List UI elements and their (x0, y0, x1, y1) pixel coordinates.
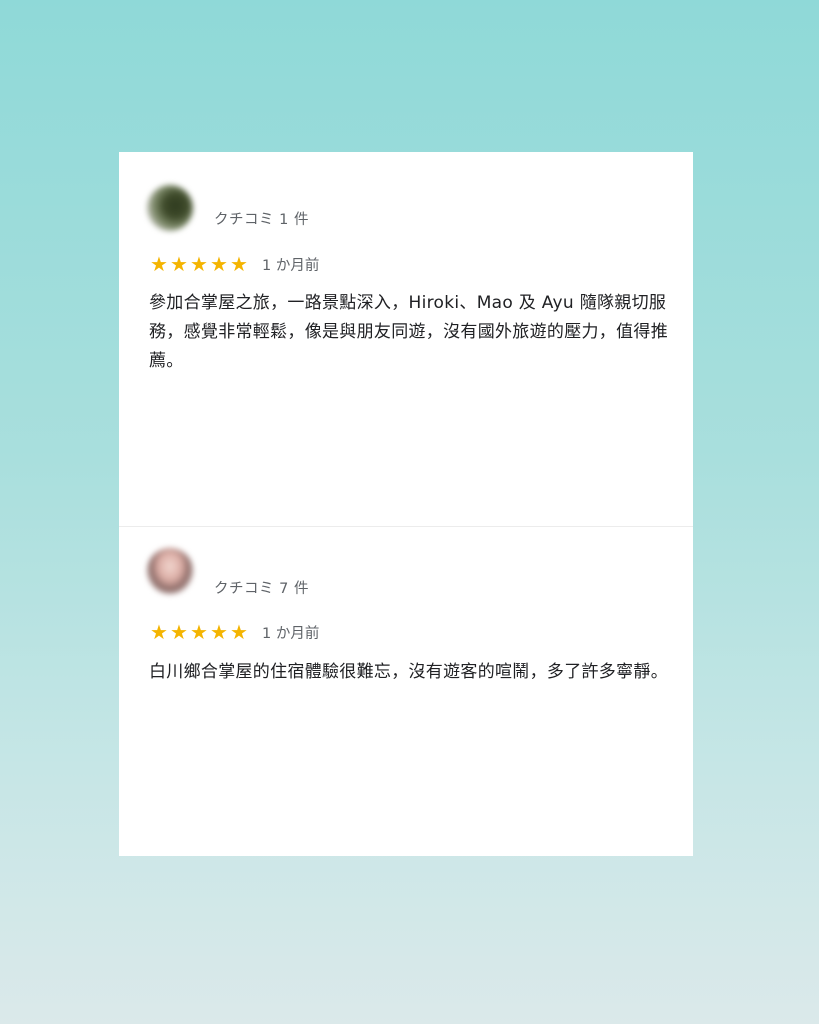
review-time: 1 か月前 (262, 625, 320, 642)
star-icon: ★ (190, 620, 208, 644)
reviewer-avatar[interactable] (147, 548, 193, 594)
star-rating: ★ ★ ★ ★ ★ (149, 254, 249, 274)
star-rating: ★ ★ ★ ★ ★ (149, 622, 249, 642)
star-icon: ★ (150, 620, 168, 644)
star-icon: ★ (150, 252, 168, 276)
reviews-card: クチコミ 1 件 ★ ★ ★ ★ ★ 1 か月前 參加合掌屋之旅，一路景點深入，… (119, 152, 693, 856)
review-text: 參加合掌屋之旅，一路景點深入，Hiroki、Mao 及 Ayu 隨隊親切服務，感… (149, 293, 668, 371)
review-item: クチコミ 1 件 ★ ★ ★ ★ ★ 1 か月前 參加合掌屋之旅，一路景點深入，… (119, 152, 693, 526)
star-icon: ★ (230, 620, 248, 644)
star-icon: ★ (170, 252, 188, 276)
star-icon: ★ (230, 252, 248, 276)
review-text: 白川鄉合掌屋的住宿體驗很難忘，沒有遊客的喧鬧，多了許多寧靜。 (149, 662, 668, 682)
rating-row: ★ ★ ★ ★ ★ 1 か月前 (149, 252, 319, 276)
star-icon: ★ (210, 252, 228, 276)
review-time: 1 か月前 (262, 257, 320, 274)
rating-row: ★ ★ ★ ★ ★ 1 か月前 (149, 620, 319, 644)
star-icon: ★ (210, 620, 228, 644)
star-icon: ★ (170, 620, 188, 644)
reviewer-review-count[interactable]: クチコミ 7 件 (214, 577, 309, 598)
reviewer-avatar[interactable] (147, 185, 193, 231)
star-icon: ★ (190, 252, 208, 276)
review-item: クチコミ 7 件 ★ ★ ★ ★ ★ 1 か月前 白川鄉合掌屋的住宿體驗很難忘，… (119, 526, 693, 856)
page-background: { "reviews": [ { "review_count": "クチコミ 1… (0, 0, 819, 1024)
reviewer-review-count[interactable]: クチコミ 1 件 (214, 208, 309, 229)
